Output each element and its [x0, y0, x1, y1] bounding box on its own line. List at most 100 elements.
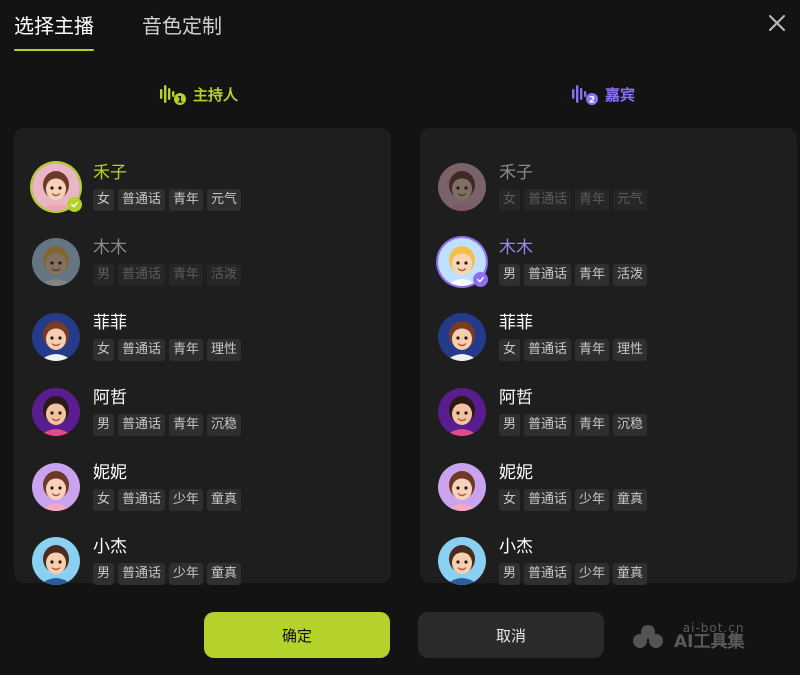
avatar [438, 387, 486, 436]
voice-item-host[interactable]: 小杰男普通话 少年 童真 [32, 524, 391, 599]
voice-tags: 男普通话 少年 童真 [93, 563, 242, 586]
avatar [438, 537, 486, 586]
voice-tag: 男 [499, 413, 521, 436]
voice-tag: 普通话 [524, 488, 572, 511]
voice-tag: 普通话 [118, 413, 166, 436]
guest-column-header: 2 嘉宾 [571, 82, 635, 106]
voice-tag: 童真 [613, 488, 648, 511]
voice-info: 妮妮女普通话 少年 童真 [499, 462, 648, 511]
avatar-wrapper [32, 312, 80, 361]
avatar [32, 537, 80, 586]
avatar-wrapper [438, 238, 488, 288]
voice-tags: 女普通话 少年 童真 [93, 488, 242, 511]
voice-tag: 童真 [207, 488, 242, 511]
voice-item-guest[interactable]: 妮妮女普通话 少年 童真 [438, 449, 797, 524]
tab-voice-custom[interactable]: 音色定制 [142, 10, 222, 51]
avatar-wrapper [438, 387, 486, 436]
voice-name: 木木 [499, 238, 533, 259]
voice-info: 菲菲女普通话 青年 理性 [499, 313, 648, 361]
voice-tag: 理性 [207, 338, 242, 361]
voice-item-host[interactable]: 阿哲男普通话 青年 沉稳 [32, 374, 391, 449]
check-icon [473, 272, 488, 288]
avatar [32, 462, 80, 511]
avatar [438, 163, 486, 212]
voice-tag: 元气 [207, 189, 242, 212]
voice-name: 菲菲 [93, 312, 127, 333]
watermark-brand: AI工具集 [674, 632, 745, 652]
voice-tag: 女 [499, 488, 521, 511]
voice-tags: 男普通话 青年 沉稳 [499, 413, 648, 436]
voice-tags: 女普通话 青年 理性 [93, 338, 242, 361]
voice-item-guest: 禾子女普通话 青年 元气 [438, 150, 797, 225]
avatar [32, 387, 80, 436]
avatar-wrapper [438, 462, 486, 511]
voice-tag: 普通话 [524, 413, 572, 436]
sound-wave-1-icon: 1 [160, 85, 186, 106]
voice-tags: 女普通话 少年 童真 [499, 488, 648, 511]
avatar-wrapper [438, 312, 486, 361]
voice-tag: 沉稳 [207, 413, 242, 436]
voice-tag: 普通话 [524, 338, 572, 361]
voice-tag: 少年 [575, 563, 610, 586]
avatar-wrapper [32, 462, 80, 511]
voice-tag: 青年 [169, 413, 204, 436]
host-column-header: 1 主持人 [159, 82, 238, 106]
voice-info: 阿哲男普通话 青年 沉稳 [93, 387, 242, 436]
voice-tags: 男普通话 青年 活泼 [499, 264, 648, 287]
voice-tags: 男普通话 少年 童真 [499, 563, 648, 586]
close-icon[interactable] [766, 12, 788, 34]
voice-item-host[interactable]: 妮妮女普通话 少年 童真 [32, 449, 391, 524]
voice-tag: 元气 [613, 189, 648, 212]
cancel-button[interactable]: 取消 [418, 612, 604, 658]
voice-item-guest[interactable]: 小杰男普通话 少年 童真 [438, 524, 797, 599]
voice-tag: 青年 [575, 338, 610, 361]
tab-bar: 选择主播 音色定制 [14, 10, 222, 51]
voice-tag: 女 [93, 338, 115, 361]
avatar [32, 238, 80, 287]
voice-name: 小杰 [499, 537, 533, 558]
voice-tag: 男 [93, 264, 115, 287]
voice-item-guest[interactable]: 木木男普通话 青年 活泼 [438, 225, 797, 300]
voice-name: 妮妮 [499, 462, 533, 483]
voice-name: 禾子 [93, 163, 127, 184]
voice-item-host[interactable]: 菲菲女普通话 青年 理性 [32, 300, 391, 375]
voice-tags: 女普通话 青年 元气 [93, 189, 242, 212]
host-column-label: 主持人 [193, 85, 239, 104]
voice-name: 阿哲 [93, 387, 127, 408]
voice-tag: 普通话 [524, 189, 572, 212]
voice-item-host[interactable]: 禾子女普通话 青年 元气 [32, 150, 391, 225]
voice-info: 小杰男普通话 少年 童真 [499, 537, 648, 586]
confirm-button[interactable]: 确定 [204, 612, 390, 658]
voice-info: 禾子女普通话 青年 元气 [93, 163, 242, 212]
voice-tag: 青年 [575, 264, 610, 287]
guest-column-label: 嘉宾 [605, 85, 636, 104]
voice-tag: 男 [499, 563, 521, 586]
voice-tags: 男普通话 青年 沉稳 [93, 413, 242, 436]
check-icon [67, 197, 82, 213]
voice-tag: 女 [499, 338, 521, 361]
avatar [438, 462, 486, 511]
voice-tag: 少年 [169, 488, 204, 511]
voice-tag: 青年 [169, 189, 204, 212]
voice-info: 禾子女普通话 青年 元气 [499, 163, 648, 212]
voice-tag: 女 [93, 189, 115, 212]
voice-tag: 普通话 [118, 338, 166, 361]
avatar-wrapper [32, 387, 80, 436]
voice-tag: 童真 [207, 563, 242, 586]
voice-tag: 活泼 [613, 264, 648, 287]
avatar-wrapper [438, 163, 486, 212]
voice-tag: 普通话 [118, 189, 166, 212]
voice-tag: 男 [93, 413, 115, 436]
sound-wave-2-icon: 2 [572, 85, 598, 106]
voice-tag: 普通话 [118, 488, 166, 511]
voice-item-guest[interactable]: 阿哲男普通话 青年 沉稳 [438, 374, 797, 449]
guest-voice-list: 禾子女普通话 青年 元气 木木男普通话 青年 活泼 菲菲女普通话 青年 理性 阿哲男普通话青… [420, 128, 797, 586]
svg-text:2: 2 [589, 96, 595, 106]
host-voice-list: 禾子女普通话 青年 元气 木木男普通话 青年 活泼 菲菲女普通话 青年 理性 阿哲男普通话青… [14, 128, 391, 586]
voice-item-guest[interactable]: 菲菲女普通话 青年 理性 [438, 300, 797, 375]
voice-tag: 普通话 [524, 563, 572, 586]
voice-info: 木木男普通话 青年 活泼 [93, 238, 242, 287]
watermark: ai-bot.cn AI工具集 [628, 622, 744, 651]
avatar [32, 312, 80, 361]
tab-select-anchor[interactable]: 选择主播 [14, 10, 94, 51]
